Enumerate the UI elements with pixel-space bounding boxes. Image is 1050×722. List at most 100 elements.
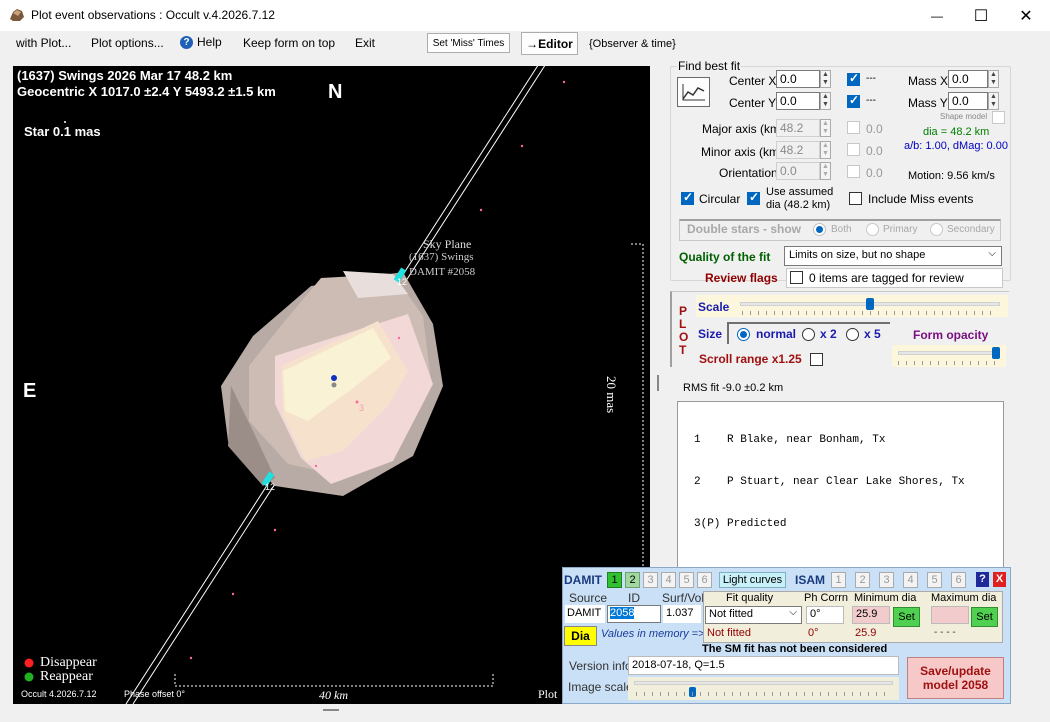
observer-row[interactable]: 2 P Stuart, near Clear Lake Shores, Tx [694, 475, 965, 489]
isam-model-4[interactable]: 4 [903, 572, 918, 588]
set-min-dia-button[interactable]: Set [893, 607, 920, 627]
center-x-spinner[interactable]: ▲ ▼ [820, 70, 831, 88]
damit-close-button[interactable]: X [993, 572, 1006, 587]
editor-button[interactable]: →Editor [521, 32, 578, 55]
mass-y-input[interactable]: 0.0 [948, 92, 988, 110]
damit-model-2[interactable]: 2 [625, 572, 640, 588]
menu-keep-form-on-top[interactable]: Keep form on top [243, 36, 335, 50]
major-axis-spinner[interactable]: ▲ ▼ [820, 119, 831, 137]
double-both-radio[interactable] [813, 223, 826, 236]
isam-label: ISAM [795, 573, 825, 587]
fit-quality-header: Fit quality [726, 592, 774, 604]
minimize-button[interactable]: — [914, 0, 960, 31]
phcorr-input[interactable]: 0° [806, 606, 844, 624]
sky-plane-plot[interactable]: (1637) Swings 2026 Mar 17 48.2 km Geocen… [13, 66, 650, 704]
chevron-down-icon: ⌵ [789, 607, 797, 618]
app-icon [10, 9, 24, 21]
fit-graph-button[interactable] [677, 77, 710, 107]
damit-help-button[interactable]: ? [976, 572, 989, 587]
isam-model-1[interactable]: 1 [831, 572, 846, 588]
major-axis-checkbox[interactable] [847, 121, 860, 134]
splitter-handle-bottom[interactable] [323, 709, 339, 711]
quality-of-fit-select[interactable]: Limits on size, but no shape ⌵ [784, 246, 1002, 266]
observers-list[interactable]: 1 R Blake, near Bonham, Tx 2 P Stuart, n… [677, 401, 1004, 569]
set-max-dia-button[interactable]: Set [971, 607, 998, 627]
minor-axis-label: Minor axis (km) [701, 145, 784, 159]
damit-model-6[interactable]: 6 [697, 572, 712, 588]
size-x5-radio[interactable] [846, 328, 859, 341]
model-id-input[interactable]: 2058 [607, 605, 661, 623]
orientation-checkbox[interactable] [847, 165, 860, 178]
center-x-input[interactable]: 0.0 [776, 70, 820, 88]
close-icon: ✕ [1019, 7, 1033, 25]
shape-model-label: Shape model [940, 112, 988, 121]
damit-model-4[interactable]: 4 [661, 572, 676, 588]
damit-model-3[interactable]: 3 [643, 572, 658, 588]
damit-model-5[interactable]: 5 [679, 572, 694, 588]
circular-checkbox[interactable] [681, 190, 694, 205]
size-normal-radio[interactable] [737, 328, 750, 341]
size-x2-radio[interactable] [802, 328, 815, 341]
major-axis-label: Major axis (km) [702, 122, 785, 136]
review-flags-checkbox[interactable] [790, 271, 803, 284]
minor-axis-input[interactable]: 48.2 [776, 141, 820, 159]
fit-quality-select[interactable]: Not fitted ⌵ [705, 606, 802, 624]
legend-reappear: Reappear [40, 669, 93, 684]
observer-row[interactable]: 3(P) Predicted [694, 517, 965, 531]
damit-model-1[interactable]: 1 [607, 572, 622, 588]
double-primary-radio[interactable] [866, 223, 879, 236]
chevron-down-icon: ⌵ [988, 248, 996, 259]
center-shadow-marker [331, 382, 337, 388]
max-dia-input[interactable] [931, 606, 969, 624]
observer-row[interactable]: 1 R Blake, near Bonham, Tx [694, 433, 965, 447]
form-opacity-label: Form opacity [913, 328, 989, 342]
graph-icon [681, 84, 705, 101]
close-window-button[interactable]: ✕ [1003, 0, 1049, 31]
major-axis-input[interactable]: 48.2 [776, 119, 820, 137]
scale-slider-thumb[interactable] [866, 298, 874, 310]
scale-bar-km [174, 674, 494, 687]
disappear-dot [24, 658, 34, 668]
quality-of-fit-label: Quality of the fit [679, 250, 771, 264]
sky-plane-title: Sky Plane [423, 237, 472, 251]
menu-exit[interactable]: Exit [355, 36, 375, 50]
min-dia-input[interactable]: 25.9 [852, 606, 890, 624]
mass-x-spinner[interactable]: ▲ ▼ [988, 70, 999, 88]
splitter-handle-right[interactable] [657, 375, 659, 391]
reappear-dot [24, 672, 34, 682]
maximize-icon: ☐ [973, 7, 989, 25]
center-y-spinner[interactable]: ▲ ▼ [820, 92, 831, 110]
orientation-spinner[interactable]: ▲ ▼ [820, 162, 831, 180]
menu-with-plot[interactable]: with Plot... [16, 36, 71, 50]
isam-model-3[interactable]: 3 [879, 572, 894, 588]
image-scale-track[interactable] [634, 681, 893, 685]
memory-fit-quality: Not fitted [707, 627, 752, 639]
center-y-input[interactable]: 0.0 [776, 92, 820, 110]
dia-button[interactable]: Dia [564, 626, 597, 646]
center-x-checkbox[interactable] [847, 71, 860, 86]
minor-axis-checkbox[interactable] [847, 143, 860, 156]
shape-model-checkbox[interactable] [992, 111, 1005, 124]
double-secondary-radio[interactable] [930, 223, 943, 236]
menu-plot-options[interactable]: Plot options... [91, 36, 164, 50]
save-btn-line1: Save/update [920, 664, 991, 678]
surfvol-header: Surf/Vol [662, 591, 705, 605]
maximize-button[interactable]: ☐ [958, 0, 1004, 31]
isam-model-6[interactable]: 6 [951, 572, 966, 588]
orientation-input[interactable]: 0.0 [776, 162, 820, 180]
include-miss-checkbox[interactable] [849, 192, 862, 205]
save-update-model-button[interactable]: Save/update model 2058 [907, 657, 1004, 699]
form-opacity-track[interactable] [898, 351, 1000, 355]
minor-axis-spinner[interactable]: ▲ ▼ [820, 141, 831, 159]
form-opacity-thumb[interactable] [992, 347, 1000, 359]
light-curves-button[interactable]: Light curves [719, 572, 786, 588]
isam-model-5[interactable]: 5 [927, 572, 942, 588]
isam-model-2[interactable]: 2 [855, 572, 870, 588]
use-assumed-checkbox[interactable] [747, 190, 760, 205]
mass-y-spinner[interactable]: ▲ ▼ [988, 92, 999, 110]
menu-help[interactable]: ? Help [180, 35, 222, 49]
set-miss-times-button[interactable]: Set 'Miss' Times [427, 33, 510, 53]
scroll-range-checkbox[interactable] [810, 353, 823, 366]
mass-x-input[interactable]: 0.0 [948, 70, 988, 88]
center-y-checkbox[interactable] [847, 93, 860, 108]
